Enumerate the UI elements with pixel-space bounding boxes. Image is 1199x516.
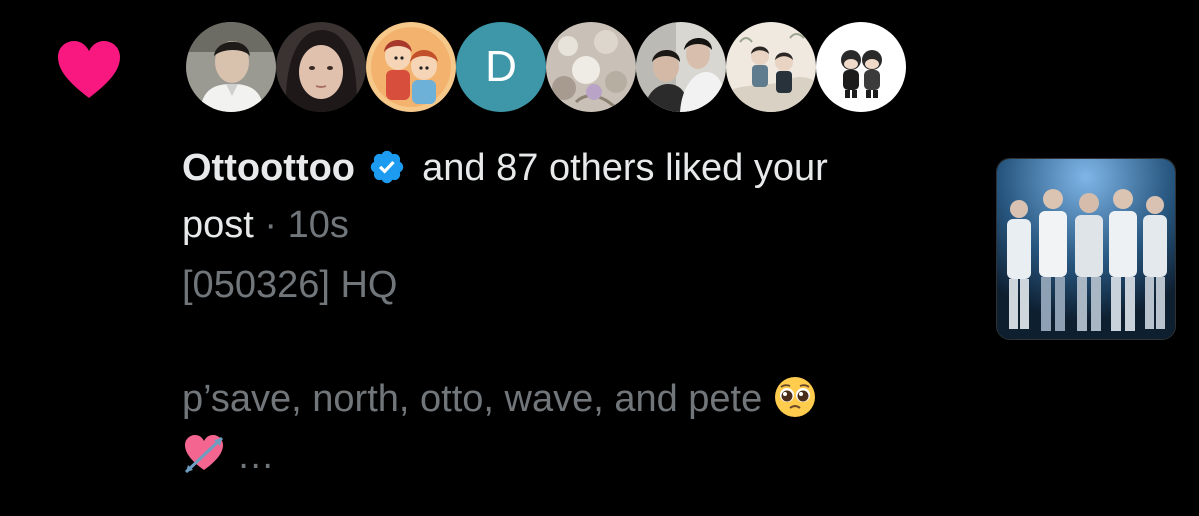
post-ellipsis: …	[236, 435, 275, 477]
timestamp[interactable]: 10s	[288, 204, 349, 246]
avatar-8[interactable]	[816, 22, 906, 112]
avatar-4[interactable]: D	[456, 22, 546, 112]
action-text-end: post	[182, 204, 254, 246]
avatar-7[interactable]	[726, 22, 816, 112]
post-preview[interactable]: [050326] HQ p’save, north, otto, wave, a…	[182, 257, 972, 485]
avatar-1[interactable]	[186, 22, 276, 112]
avatar-letter-d: D	[456, 22, 546, 112]
heart-with-arrow-icon	[184, 435, 224, 474]
post-thumbnail-image[interactable]	[996, 158, 1176, 340]
verified-badge-icon	[370, 150, 403, 184]
avatar-5[interactable]	[546, 22, 636, 112]
pleading-face-icon	[774, 377, 815, 417]
action-text: and 87 others liked your	[422, 147, 828, 189]
notification-text: Ottoottoo and 87 others liked your post …	[182, 140, 972, 485]
post-text-line-2-container: p’save, north, otto, wave, and pete	[182, 371, 972, 428]
separator-dot: ·	[253, 204, 288, 246]
post-text-line-2: p’save, north, otto, wave, and pete	[182, 378, 763, 420]
notification-headline: Ottoottoo and 87 others liked your post …	[182, 140, 972, 254]
post-text-line-3-container: …	[182, 428, 972, 485]
heart-icon	[58, 41, 120, 98]
post-text-line-1: [050326] HQ	[182, 264, 398, 306]
avatar-3[interactable]	[366, 22, 456, 112]
avatar-2[interactable]	[276, 22, 366, 112]
like-notification[interactable]: D Ottoottoo and 87 others liked your pos…	[0, 0, 1199, 516]
avatar-6[interactable]	[636, 22, 726, 112]
liker-username[interactable]: Ottoottoo	[182, 147, 355, 189]
